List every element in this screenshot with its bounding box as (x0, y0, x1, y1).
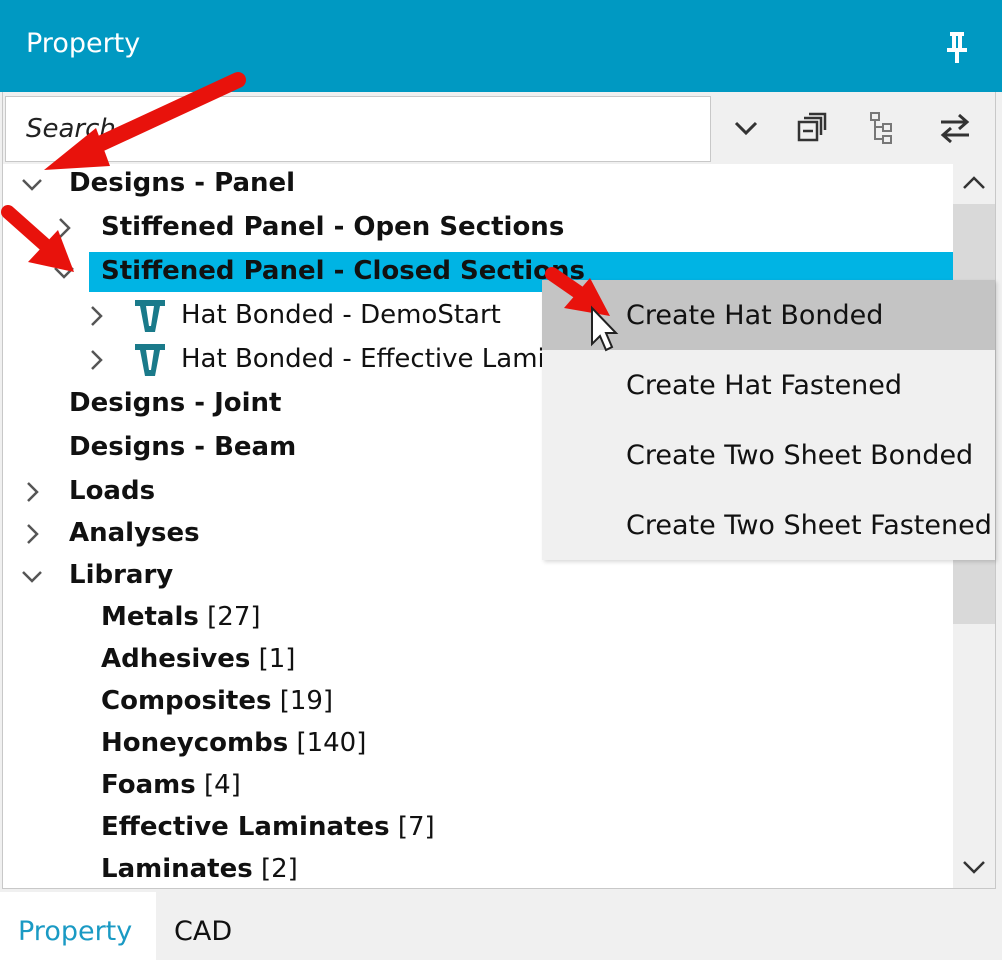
tree-item-effective-laminates[interactable]: Effective Laminates [7] (3, 808, 953, 848)
search-input[interactable] (5, 96, 711, 162)
tab-label: Property (18, 916, 133, 947)
tree-item-label: Honeycombs [140] (101, 728, 366, 758)
library-item-name: Metals (101, 602, 199, 632)
context-menu: Create Hat Bonded Create Hat Fastened Cr… (542, 280, 995, 560)
chevron-right-icon[interactable] (21, 523, 43, 545)
library-item-count: [1] (258, 644, 296, 674)
menu-item-create-two-sheet-fastened[interactable]: Create Two Sheet Fastened (542, 490, 995, 560)
library-item-name: Laminates (101, 854, 253, 884)
toolbar (3, 92, 995, 164)
swap-arrows-icon[interactable] (937, 110, 973, 146)
tree-item-designs-panel[interactable]: Designs - Panel (3, 164, 953, 204)
tree-item-label: Composites [19] (101, 686, 333, 716)
menu-item-label: Create Two Sheet Bonded (626, 440, 974, 471)
bottom-tabs: Property CAD (0, 892, 1002, 960)
tree-item-laminates[interactable]: Laminates [2] (3, 850, 953, 888)
chevron-down-icon[interactable] (21, 173, 43, 195)
hat-section-icon (135, 344, 165, 376)
library-item-count: [7] (397, 812, 435, 842)
library-item-count: [2] (260, 854, 298, 884)
chevron-right-icon[interactable] (85, 349, 107, 371)
library-item-count: [27] (207, 602, 261, 632)
pin-icon[interactable] (944, 30, 970, 64)
tree-item-label: Loads (69, 476, 156, 506)
library-item-name: Composites (101, 686, 272, 716)
tree-item-label: Hat Bonded - DemoStart (181, 300, 501, 330)
tree-item-label: Foams [4] (101, 770, 241, 800)
tree-item-label: Designs - Beam (69, 432, 297, 462)
chevron-down-icon[interactable] (728, 110, 764, 146)
tab-property[interactable]: Property (0, 892, 156, 960)
chevron-right-icon[interactable] (85, 305, 107, 327)
chevron-down-icon[interactable] (53, 261, 75, 283)
tree-item-open-sections[interactable]: Stiffened Panel - Open Sections (3, 208, 953, 248)
library-item-name: Foams (101, 770, 196, 800)
menu-item-label: Create Two Sheet Fastened (626, 510, 992, 541)
menu-item-create-hat-fastened[interactable]: Create Hat Fastened (542, 350, 995, 420)
tree-item-label: Designs - Panel (69, 168, 296, 198)
tree-item-metals[interactable]: Metals [27] (3, 598, 953, 638)
tree-item-label: Metals [27] (101, 602, 261, 632)
tree-item-label: Stiffened Panel - Closed Sections (101, 256, 586, 286)
chevron-down-icon[interactable] (21, 565, 43, 587)
library-item-name: Honeycombs (101, 728, 289, 758)
tree-item-foams[interactable]: Foams [4] (3, 766, 953, 806)
tree-item-composites[interactable]: Composites [19] (3, 682, 953, 722)
tree-item-label: Analyses (69, 518, 200, 548)
tree-item-label: Adhesives [1] (101, 644, 295, 674)
tree-item-label: Stiffened Panel - Open Sections (101, 212, 565, 242)
scroll-down-icon[interactable] (959, 852, 989, 882)
tree-item-library[interactable]: Library (3, 556, 953, 596)
library-item-count: [19] (279, 686, 334, 716)
tab-cad[interactable]: CAD (156, 892, 266, 960)
menu-item-create-two-sheet-bonded[interactable]: Create Two Sheet Bonded (542, 420, 995, 490)
library-item-count: [4] (203, 770, 241, 800)
collapse-all-icon[interactable] (795, 110, 831, 146)
scroll-up-icon[interactable] (959, 168, 989, 198)
tree-item-label: Laminates [2] (101, 854, 298, 884)
menu-item-label: Create Hat Fastened (626, 370, 903, 401)
tree-view-icon[interactable] (865, 110, 901, 146)
library-item-count: [140] (296, 728, 367, 758)
tree-item-adhesives[interactable]: Adhesives [1] (3, 640, 953, 680)
chevron-right-icon[interactable] (21, 481, 43, 503)
tab-label: CAD (174, 916, 233, 947)
panel-titlebar: Property (0, 0, 1002, 92)
menu-item-label: Create Hat Bonded (626, 300, 884, 331)
chevron-right-icon[interactable] (53, 217, 75, 239)
tree-item-label: Effective Laminates [7] (101, 812, 435, 842)
tree-item-label: Designs - Joint (69, 388, 282, 418)
tree-item-honeycombs[interactable]: Honeycombs [140] (3, 724, 953, 764)
panel-title: Property (26, 28, 141, 59)
menu-item-create-hat-bonded[interactable]: Create Hat Bonded (542, 280, 995, 350)
library-item-name: Effective Laminates (101, 812, 390, 842)
hat-section-icon (135, 300, 165, 332)
library-item-name: Adhesives (101, 644, 251, 674)
tree-item-label: Library (69, 560, 174, 590)
